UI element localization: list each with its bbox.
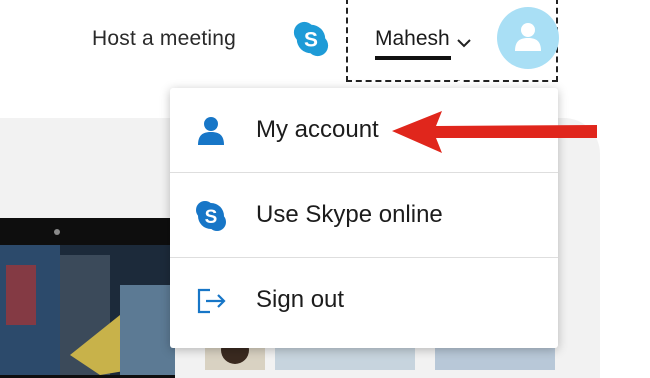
video-thumbnail-image [0, 245, 175, 375]
chevron-down-icon[interactable] [456, 37, 472, 49]
host-meeting-link[interactable]: Host a meeting [92, 27, 236, 51]
user-name-menu[interactable]: Mahesh [375, 27, 450, 51]
avatar[interactable] [497, 7, 559, 69]
skype-logo-icon[interactable]: S [292, 20, 330, 58]
svg-text:S: S [205, 207, 218, 228]
skype-icon: S [196, 201, 226, 231]
svg-text:S: S [304, 29, 318, 52]
person-icon [515, 23, 541, 51]
menu-item-use-skype-online[interactable]: S Use Skype online [170, 173, 558, 257]
menu-item-sign-out[interactable]: Sign out [170, 258, 558, 342]
sign-out-icon [197, 288, 226, 314]
menu-item-label: Use Skype online [256, 201, 443, 228]
user-name-underline [375, 56, 451, 60]
camera-dot [54, 229, 60, 235]
menu-item-label: My account [256, 116, 379, 143]
person-icon [198, 117, 224, 145]
menu-item-label: Sign out [256, 286, 345, 313]
annotation-arrow-icon [392, 111, 597, 153]
